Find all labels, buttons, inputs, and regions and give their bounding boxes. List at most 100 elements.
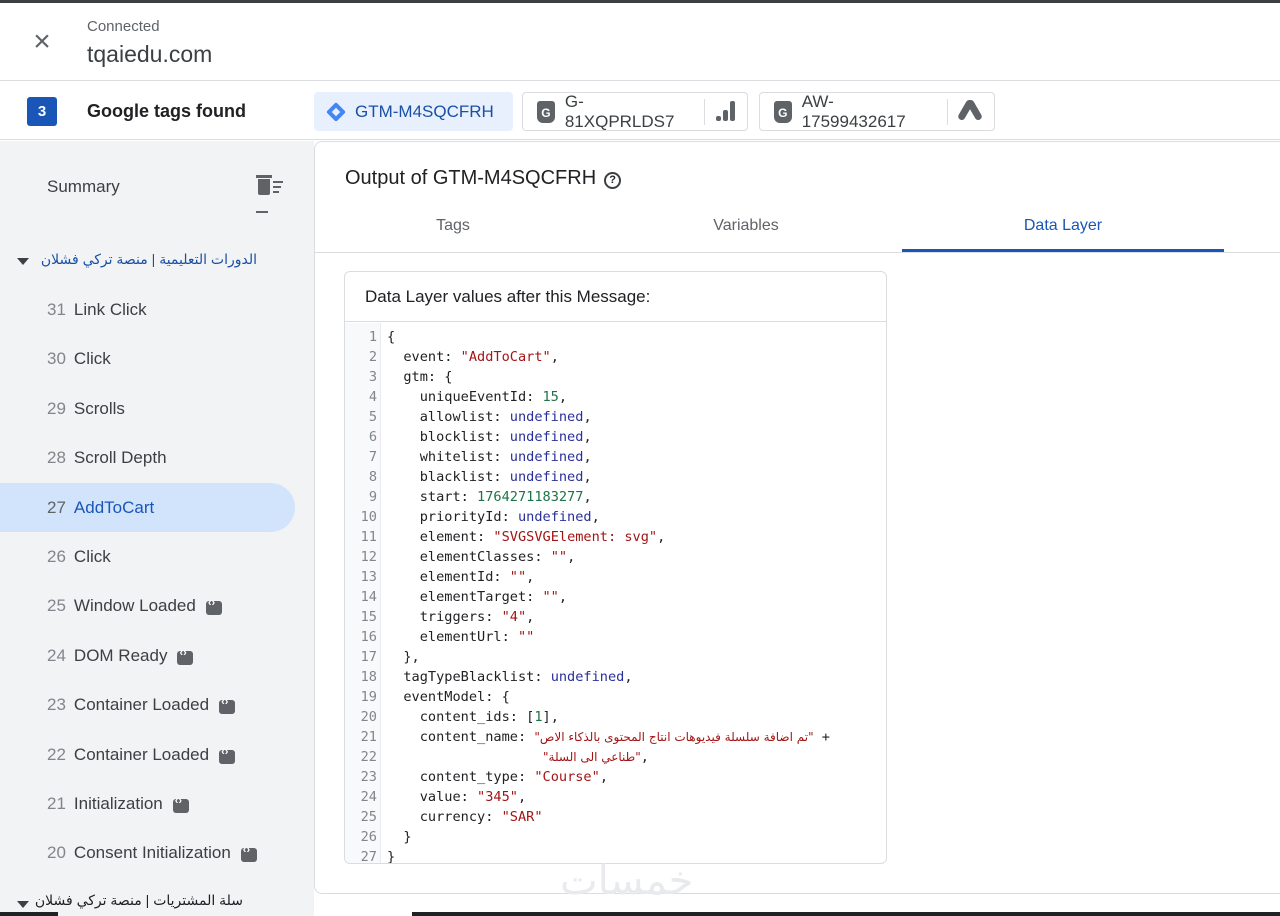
watermark: خمسات [560, 859, 694, 903]
code-line: 21 content_name: "تم اضافة سلسلة فيديوها… [360, 729, 830, 745]
event-number: 30 [47, 348, 66, 368]
event-item-click[interactable]: 30 Click [0, 334, 295, 383]
event-label: Scrolls [73, 398, 125, 418]
tab-tags[interactable]: Tags [315, 204, 591, 252]
code-icon [240, 844, 257, 862]
code-line: 19 eventModel: { [360, 689, 510, 705]
event-number: 27 [47, 497, 66, 517]
event-number: 25 [47, 595, 66, 615]
code-line: 4 uniqueEventId: 15, [368, 389, 568, 405]
event-item-consent-initialization[interactable]: 20 Consent Initialization [0, 828, 295, 877]
code-line: 3 gtm: { [368, 369, 453, 385]
code-line: 22 "طناعي الى السلة", [360, 749, 649, 765]
code-line: 16 elementUrl: "" [360, 629, 535, 645]
code-line: 6 blocklist: undefined, [368, 429, 592, 445]
event-item-container-loaded[interactable]: 22 Container Loaded [0, 730, 295, 779]
page-group-title: سلة المشتريات | منصة تركي فشلان [34, 892, 243, 908]
event-number: 31 [47, 299, 66, 319]
caret-down-icon [17, 901, 29, 908]
event-label: Consent Initialization [73, 842, 231, 862]
divider [947, 98, 949, 125]
bottom-edge [412, 912, 1280, 916]
page-group-courses[interactable]: الدورات التعليمية | منصة تركي فشلان [0, 250, 314, 274]
code-line: 1{ [368, 329, 396, 345]
chip-gtm-container[interactable]: GTM-M4SQCFRH [314, 92, 513, 131]
help-icon[interactable]: ? [604, 172, 622, 189]
chip-label: AW-17599432617 [801, 91, 906, 131]
tab-data-layer[interactable]: Data Layer [902, 204, 1224, 252]
code-icon [219, 746, 236, 764]
chip-ads-tag[interactable]: G AW-17599432617 [759, 92, 995, 131]
tag-count-badge: 3 [27, 97, 57, 126]
chip-label: G-81XQPRLDS7 [564, 91, 675, 131]
event-number: 23 [47, 694, 66, 714]
event-item-initialization[interactable]: 21 Initialization [0, 779, 295, 828]
event-label: Link Click [73, 299, 147, 319]
output-tabs: Tags Variables Data Layer [315, 204, 1280, 253]
event-label: AddToCart [73, 497, 155, 517]
event-label: Click [73, 546, 111, 566]
connection-status: Connected [87, 18, 160, 35]
bottom-edge [0, 912, 58, 916]
event-label: Window Loaded [73, 595, 196, 615]
chip-ga4-tag[interactable]: G G-81XQPRLDS7 [522, 92, 748, 131]
event-label: Initialization [73, 793, 163, 813]
code-line: 18 tagTypeBlacklist: undefined, [360, 669, 633, 685]
event-number: 22 [47, 744, 66, 764]
event-number: 20 [47, 842, 66, 862]
tags-found-label: Google tags found [87, 101, 246, 121]
event-number: 28 [47, 447, 66, 467]
connected-domain: tqaiedu.com [87, 41, 213, 67]
delete-sweep-icon[interactable] [256, 175, 284, 199]
gtm-icon [325, 101, 347, 123]
event-item-container-loaded[interactable]: 23 Container Loaded [0, 680, 295, 729]
chip-label: GTM-M4SQCFRH [355, 101, 494, 121]
event-item-dom-ready[interactable]: 24 DOM Ready [0, 631, 295, 680]
code-line: 26 } [360, 829, 412, 845]
code-line: 25 currency: "SAR" [360, 809, 543, 825]
code-line: 20 content_ids: [1], [360, 709, 559, 725]
caret-down-icon [17, 258, 29, 265]
code-line: 2 event: "AddToCart", [368, 349, 559, 365]
tags-bar: 3 Google tags found GTM-M4SQCFRH G G-81X… [0, 82, 1280, 140]
event-timeline-sidebar: Summary الدورات التعليمية | منصة تركي فش… [0, 141, 314, 916]
code-line: 15 triggers: "4", [360, 609, 535, 625]
tab-variables[interactable]: Variables [591, 204, 901, 252]
event-label: Container Loaded [73, 744, 210, 764]
event-number: 24 [47, 645, 66, 665]
code-line: 9 start: 1764271183277, [368, 489, 592, 505]
code-line: 14 elementTarget: "", [360, 589, 568, 605]
code-line: 12 elementClasses: "", [360, 549, 576, 565]
page-group-title: الدورات التعليمية | منصة تركي فشلان [40, 251, 257, 267]
event-item-click[interactable]: 26 Click [0, 532, 295, 581]
code-line: 5 allowlist: undefined, [368, 409, 592, 425]
event-item-window-loaded[interactable]: 25 Window Loaded [0, 581, 295, 630]
summary-item[interactable]: Summary [47, 177, 120, 197]
event-label: Container Loaded [73, 694, 210, 714]
code-line: 24 value: "345", [360, 789, 527, 805]
data-layer-card-title: Data Layer values after this Message: [345, 272, 886, 322]
data-layer-code: 1{ 2 event: "AddToCart", 3 gtm: { 4 uniq… [345, 323, 886, 863]
code-icon [205, 597, 222, 615]
code-line: 23 content_type: "Course", [360, 769, 608, 785]
event-item-link-click[interactable]: 31 Link Click [0, 285, 295, 334]
divider [704, 98, 706, 125]
event-item-scrolls[interactable]: 29 Scrolls [0, 384, 295, 433]
code-icon [177, 647, 194, 665]
event-item-addtocart[interactable]: 27 AddToCart [0, 483, 295, 532]
connection-header: × Connected tqaiedu.com [0, 3, 1280, 81]
google-tag-icon: G [774, 100, 792, 123]
event-item-scroll-depth[interactable]: 28 Scroll Depth [0, 433, 295, 482]
event-label: DOM Ready [73, 645, 168, 665]
event-number: 21 [47, 793, 66, 813]
event-number: 29 [47, 398, 66, 418]
analytics-icon [715, 100, 737, 123]
output-title: Output of GTM-M4SQCFRH? [345, 167, 622, 190]
close-icon[interactable]: × [28, 27, 56, 57]
code-line: 13 elementId: "", [360, 569, 535, 585]
output-panel: Output of GTM-M4SQCFRH? Tags Variables D… [314, 141, 1280, 894]
code-icon [172, 795, 189, 813]
divider [256, 211, 268, 213]
code-line: 17 }, [360, 649, 420, 665]
code-line: 8 blacklist: undefined, [368, 469, 592, 485]
